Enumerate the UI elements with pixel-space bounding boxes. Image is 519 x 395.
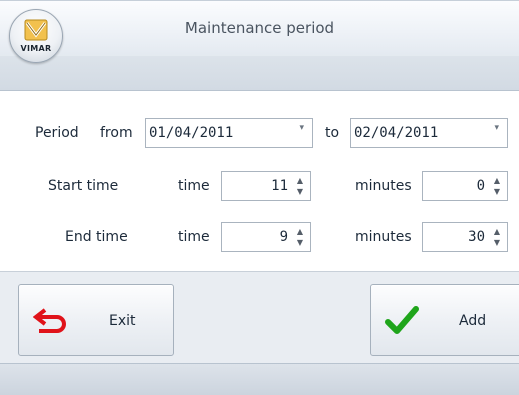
start-hour-value: 11 — [271, 178, 288, 194]
end-minutes-stepper[interactable]: 30 ▲ ▼ — [422, 222, 508, 252]
end-minutes-label: minutes — [355, 229, 412, 245]
exit-arrow-icon — [33, 308, 66, 333]
spin-buttons: ▲ ▼ — [294, 175, 306, 197]
from-date-value: 01/04/2011 — [149, 125, 234, 141]
status-bar — [0, 363, 519, 395]
to-label: to — [325, 125, 340, 141]
start-time-label: Start time — [48, 178, 119, 194]
chevron-down-icon[interactable]: ▾ — [299, 123, 304, 133]
maintenance-form: Period from 01/04/2011 ▾ to 02/04/2011 ▾… — [0, 91, 519, 271]
spin-down-icon[interactable]: ▼ — [491, 186, 503, 197]
end-hour-value: 9 — [279, 229, 288, 245]
logo-text: VIMAR — [20, 44, 52, 53]
ribbon-strip — [0, 56, 519, 91]
app-menu-button[interactable]: VIMAR — [9, 9, 63, 63]
spin-buttons: ▲ ▼ — [491, 226, 503, 248]
spin-up-icon[interactable]: ▲ — [294, 175, 306, 186]
spin-up-icon[interactable]: ▲ — [294, 226, 306, 237]
window-title: Maintenance period — [184, 19, 335, 37]
start-hour-stepper[interactable]: 11 ▲ ▼ — [221, 171, 311, 201]
end-hour-stepper[interactable]: 9 ▲ ▼ — [221, 222, 311, 252]
start-minutes-stepper[interactable]: 0 ▲ ▼ — [422, 171, 508, 201]
chevron-down-icon[interactable]: ▾ — [494, 123, 499, 133]
start-hour-label: time — [178, 178, 210, 194]
to-date-dropdown[interactable]: 02/04/2011 ▾ — [350, 118, 508, 148]
spin-up-icon[interactable]: ▲ — [491, 175, 503, 186]
add-button[interactable]: Add — [370, 284, 519, 356]
checkmark-icon — [385, 306, 419, 334]
to-date-value: 02/04/2011 — [354, 125, 439, 141]
spin-up-icon[interactable]: ▲ — [491, 226, 503, 237]
from-date-dropdown[interactable]: 01/04/2011 ▾ — [145, 118, 313, 148]
spin-buttons: ▲ ▼ — [491, 175, 503, 197]
end-hour-label: time — [178, 229, 210, 245]
spin-down-icon[interactable]: ▼ — [294, 186, 306, 197]
button-bar: Exit Add — [0, 271, 519, 364]
add-button-label: Add — [459, 313, 487, 329]
period-label: Period — [35, 125, 79, 141]
end-minutes-value: 30 — [468, 229, 485, 245]
vimar-logo-icon — [24, 19, 48, 41]
spin-down-icon[interactable]: ▼ — [491, 237, 503, 248]
spin-down-icon[interactable]: ▼ — [294, 237, 306, 248]
end-time-label: End time — [65, 229, 128, 245]
start-minutes-label: minutes — [355, 178, 412, 194]
start-minutes-value: 0 — [476, 178, 485, 194]
exit-button[interactable]: Exit — [18, 284, 174, 356]
from-label: from — [100, 125, 133, 141]
spin-buttons: ▲ ▼ — [294, 226, 306, 248]
exit-button-label: Exit — [109, 313, 136, 329]
title-bar: Maintenance period — [0, 0, 519, 57]
